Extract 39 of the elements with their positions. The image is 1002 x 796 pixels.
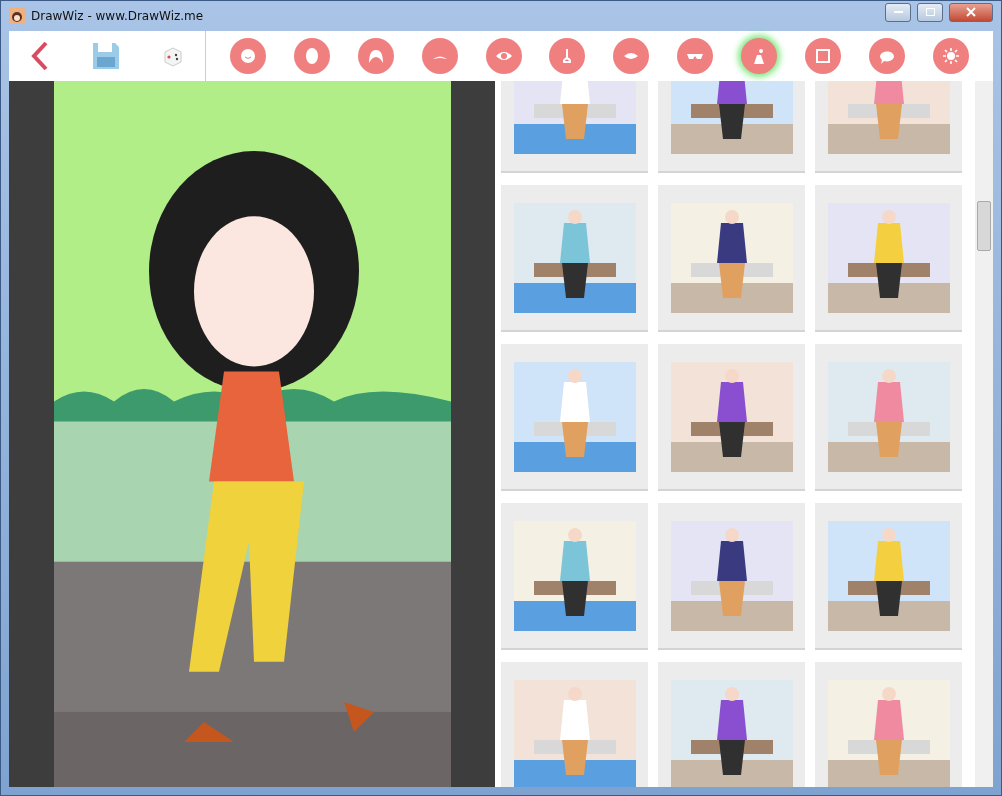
save-button[interactable] <box>91 41 121 71</box>
scrollbar[interactable] <box>975 81 993 787</box>
outfit-card[interactable] <box>501 185 648 332</box>
category-button[interactable] <box>293 38 330 74</box>
close-icon <box>966 7 976 17</box>
hair-icon <box>367 48 384 64</box>
lips-icon <box>624 51 639 61</box>
category-button[interactable] <box>741 38 778 74</box>
outfit-card[interactable] <box>658 662 805 787</box>
frame-icon <box>816 49 831 63</box>
category-button[interactable] <box>357 38 394 74</box>
minimize-button[interactable] <box>885 2 911 22</box>
close-button[interactable] <box>949 2 993 22</box>
window-title: DrawWiz - www.DrawWiz.me <box>31 9 204 23</box>
outfit-card[interactable] <box>815 503 962 650</box>
category-button[interactable] <box>932 38 969 74</box>
category-button[interactable] <box>229 38 266 74</box>
category-button[interactable] <box>549 38 586 74</box>
category-button[interactable] <box>485 38 522 74</box>
maximize-button[interactable] <box>917 2 943 22</box>
category-button[interactable] <box>421 38 458 74</box>
sunglasses-icon <box>687 52 704 60</box>
head-icon <box>304 47 319 65</box>
dress-icon <box>753 47 766 65</box>
face-icon <box>239 48 256 64</box>
outfit-card[interactable] <box>815 185 962 332</box>
outfit-card[interactable] <box>658 185 805 332</box>
outfit-card[interactable] <box>658 344 805 491</box>
category-button[interactable] <box>613 38 650 74</box>
outfit-card[interactable] <box>658 503 805 650</box>
sun-icon <box>941 47 960 65</box>
category-button[interactable] <box>677 38 714 74</box>
app-icon <box>9 8 25 24</box>
category-button[interactable] <box>805 38 842 74</box>
minimize-icon <box>893 11 903 13</box>
eye-icon <box>495 49 512 63</box>
outfit-card[interactable] <box>501 503 648 650</box>
maximize-icon <box>925 8 935 16</box>
category-button[interactable] <box>869 38 905 74</box>
